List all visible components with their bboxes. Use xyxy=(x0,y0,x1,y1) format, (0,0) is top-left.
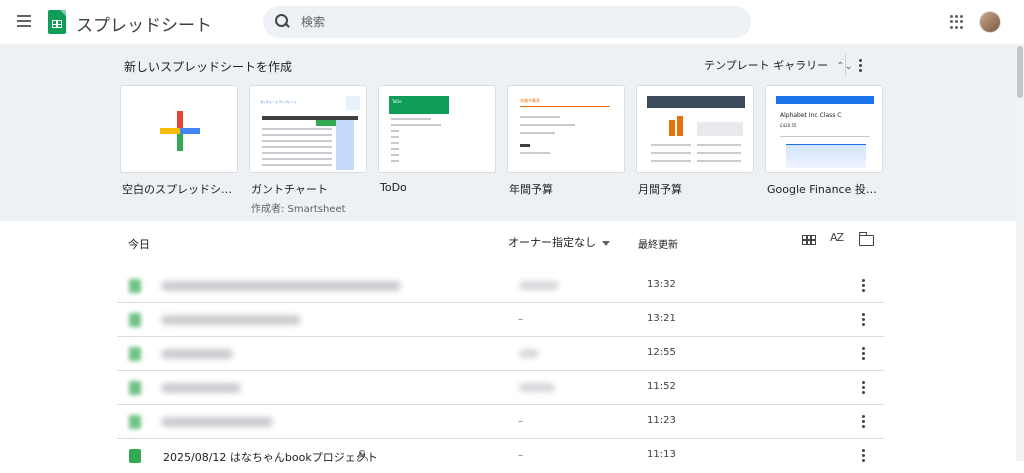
more-options-icon[interactable] xyxy=(862,449,866,465)
template-gantt[interactable]: ガンチャート テンプレート ガントチャート 作成者: Smartsheet xyxy=(249,85,367,215)
file-name: 2025/08/12 はなちゃんbookプロジェクト xyxy=(163,451,378,464)
sheets-file-icon xyxy=(129,415,141,429)
last-modified-label[interactable]: 最終更新 xyxy=(638,236,678,251)
top-bar: スプレッドシート xyxy=(0,0,1024,44)
template-thumbnail: Alphabet Inc Class C £420.55 xyxy=(765,85,883,173)
template-name: 年間予算 xyxy=(509,183,553,196)
template-thumbnail: 年間予算表 xyxy=(507,85,625,173)
modified-time: 11:23 xyxy=(647,415,676,426)
more-options-icon[interactable] xyxy=(862,347,866,363)
owner-redacted xyxy=(519,281,559,290)
template-monthly-budget[interactable]: 月間予算 xyxy=(636,85,754,197)
app-title[interactable]: スプレッドシート xyxy=(76,11,212,36)
template-gallery: 新しいスプレッドシートを作成 テンプレート ギャラリー⌃⌄ 空白のスプレッドシー… xyxy=(0,44,1024,221)
folder-picker-icon[interactable] xyxy=(858,232,874,246)
owner-redacted xyxy=(519,383,555,392)
sheets-file-icon xyxy=(129,347,141,361)
plus-icon xyxy=(160,111,200,151)
file-list-header: 今日 オーナー指定なし 最終更新 AZ xyxy=(0,221,1024,261)
template-thumbnail: ガンチャート テンプレート xyxy=(249,85,367,173)
file-row[interactable]: 12:55 xyxy=(117,337,884,371)
thumb-title: 年間予算表 xyxy=(520,98,540,103)
scrollbar-thumb[interactable] xyxy=(1017,46,1023,98)
shared-people-icon xyxy=(357,450,369,461)
file-name-redacted xyxy=(161,315,301,325)
modified-time: 11:13 xyxy=(647,449,676,460)
owner-name: – xyxy=(518,314,523,325)
more-options-icon[interactable] xyxy=(862,313,866,329)
file-row[interactable]: 11:52 xyxy=(117,371,884,405)
thumb-title: ガンチャート テンプレート xyxy=(260,100,297,104)
page-scrollbar[interactable] xyxy=(1016,44,1024,461)
file-name-redacted xyxy=(161,281,401,291)
modified-time: 11:52 xyxy=(647,381,676,392)
owner-filter-label: オーナー指定なし xyxy=(508,236,596,249)
file-name-redacted xyxy=(161,417,273,427)
modified-time: 12:55 xyxy=(647,347,676,358)
file-name-redacted xyxy=(161,383,241,393)
search-input[interactable] xyxy=(301,12,721,32)
template-blank[interactable]: 空白のスプレッドシート xyxy=(120,85,238,197)
owner-redacted xyxy=(519,349,539,358)
caret-down-icon xyxy=(602,240,610,246)
modified-time: 13:21 xyxy=(647,313,676,324)
template-author: 作成者: Smartsheet xyxy=(251,204,346,215)
template-gallery-label: テンプレート ギャラリー xyxy=(704,59,829,72)
template-annual-budget[interactable]: 年間予算表 年間予算 xyxy=(507,85,625,197)
owner-name: – xyxy=(518,416,523,427)
divider xyxy=(845,54,846,76)
more-options-icon[interactable] xyxy=(862,279,866,295)
search-bar[interactable] xyxy=(263,6,751,38)
template-heading: 新しいスプレッドシートを作成 xyxy=(124,60,293,74)
template-thumbnail xyxy=(120,85,238,173)
template-name: ガントチャート xyxy=(251,183,328,196)
thumb-price: £420.55 xyxy=(780,123,797,128)
file-row[interactable]: 13:32 xyxy=(117,269,884,303)
sheets-file-icon xyxy=(129,381,141,395)
thumb-title: Alphabet Inc Class C xyxy=(780,112,842,119)
more-options-icon[interactable] xyxy=(862,415,866,431)
more-options-icon[interactable] xyxy=(859,59,863,75)
search-icon[interactable] xyxy=(275,14,289,28)
template-name: Google Finance 投資ト… xyxy=(767,183,883,196)
owner-filter-dropdown[interactable]: オーナー指定なし xyxy=(508,234,610,250)
grid-view-icon[interactable] xyxy=(802,235,816,245)
google-apps-icon[interactable] xyxy=(950,15,964,29)
template-gallery-button[interactable]: テンプレート ギャラリー⌃⌄ xyxy=(704,57,853,73)
file-name-redacted xyxy=(161,349,233,359)
file-row[interactable]: 2025/08/12 はなちゃんbookプロジェクト – 11:13 xyxy=(117,439,884,473)
sheets-logo-icon[interactable] xyxy=(48,10,66,34)
template-name: 月間予算 xyxy=(638,183,682,196)
sheets-file-icon xyxy=(129,313,141,327)
template-thumbnail: ToDo xyxy=(378,85,496,173)
sort-az-icon[interactable]: AZ xyxy=(830,231,844,244)
section-label: 今日 xyxy=(128,238,150,251)
template-todo[interactable]: ToDo ToDo xyxy=(378,85,496,194)
template-name: 空白のスプレッドシート xyxy=(122,183,238,196)
template-google-finance[interactable]: Alphabet Inc Class C £420.55 Google Fina… xyxy=(765,85,883,197)
more-options-icon[interactable] xyxy=(862,381,866,397)
sheets-file-icon xyxy=(129,279,141,293)
account-avatar[interactable] xyxy=(979,11,1001,33)
template-name: ToDo xyxy=(380,181,407,194)
thumb-title: ToDo xyxy=(392,99,402,104)
template-thumbnail xyxy=(636,85,754,173)
file-row[interactable]: – 11:23 xyxy=(117,405,884,439)
main-menu-icon[interactable] xyxy=(14,12,34,32)
modified-time: 13:32 xyxy=(647,279,676,290)
file-row[interactable]: – 13:21 xyxy=(117,303,884,337)
owner-name: – xyxy=(518,450,523,461)
